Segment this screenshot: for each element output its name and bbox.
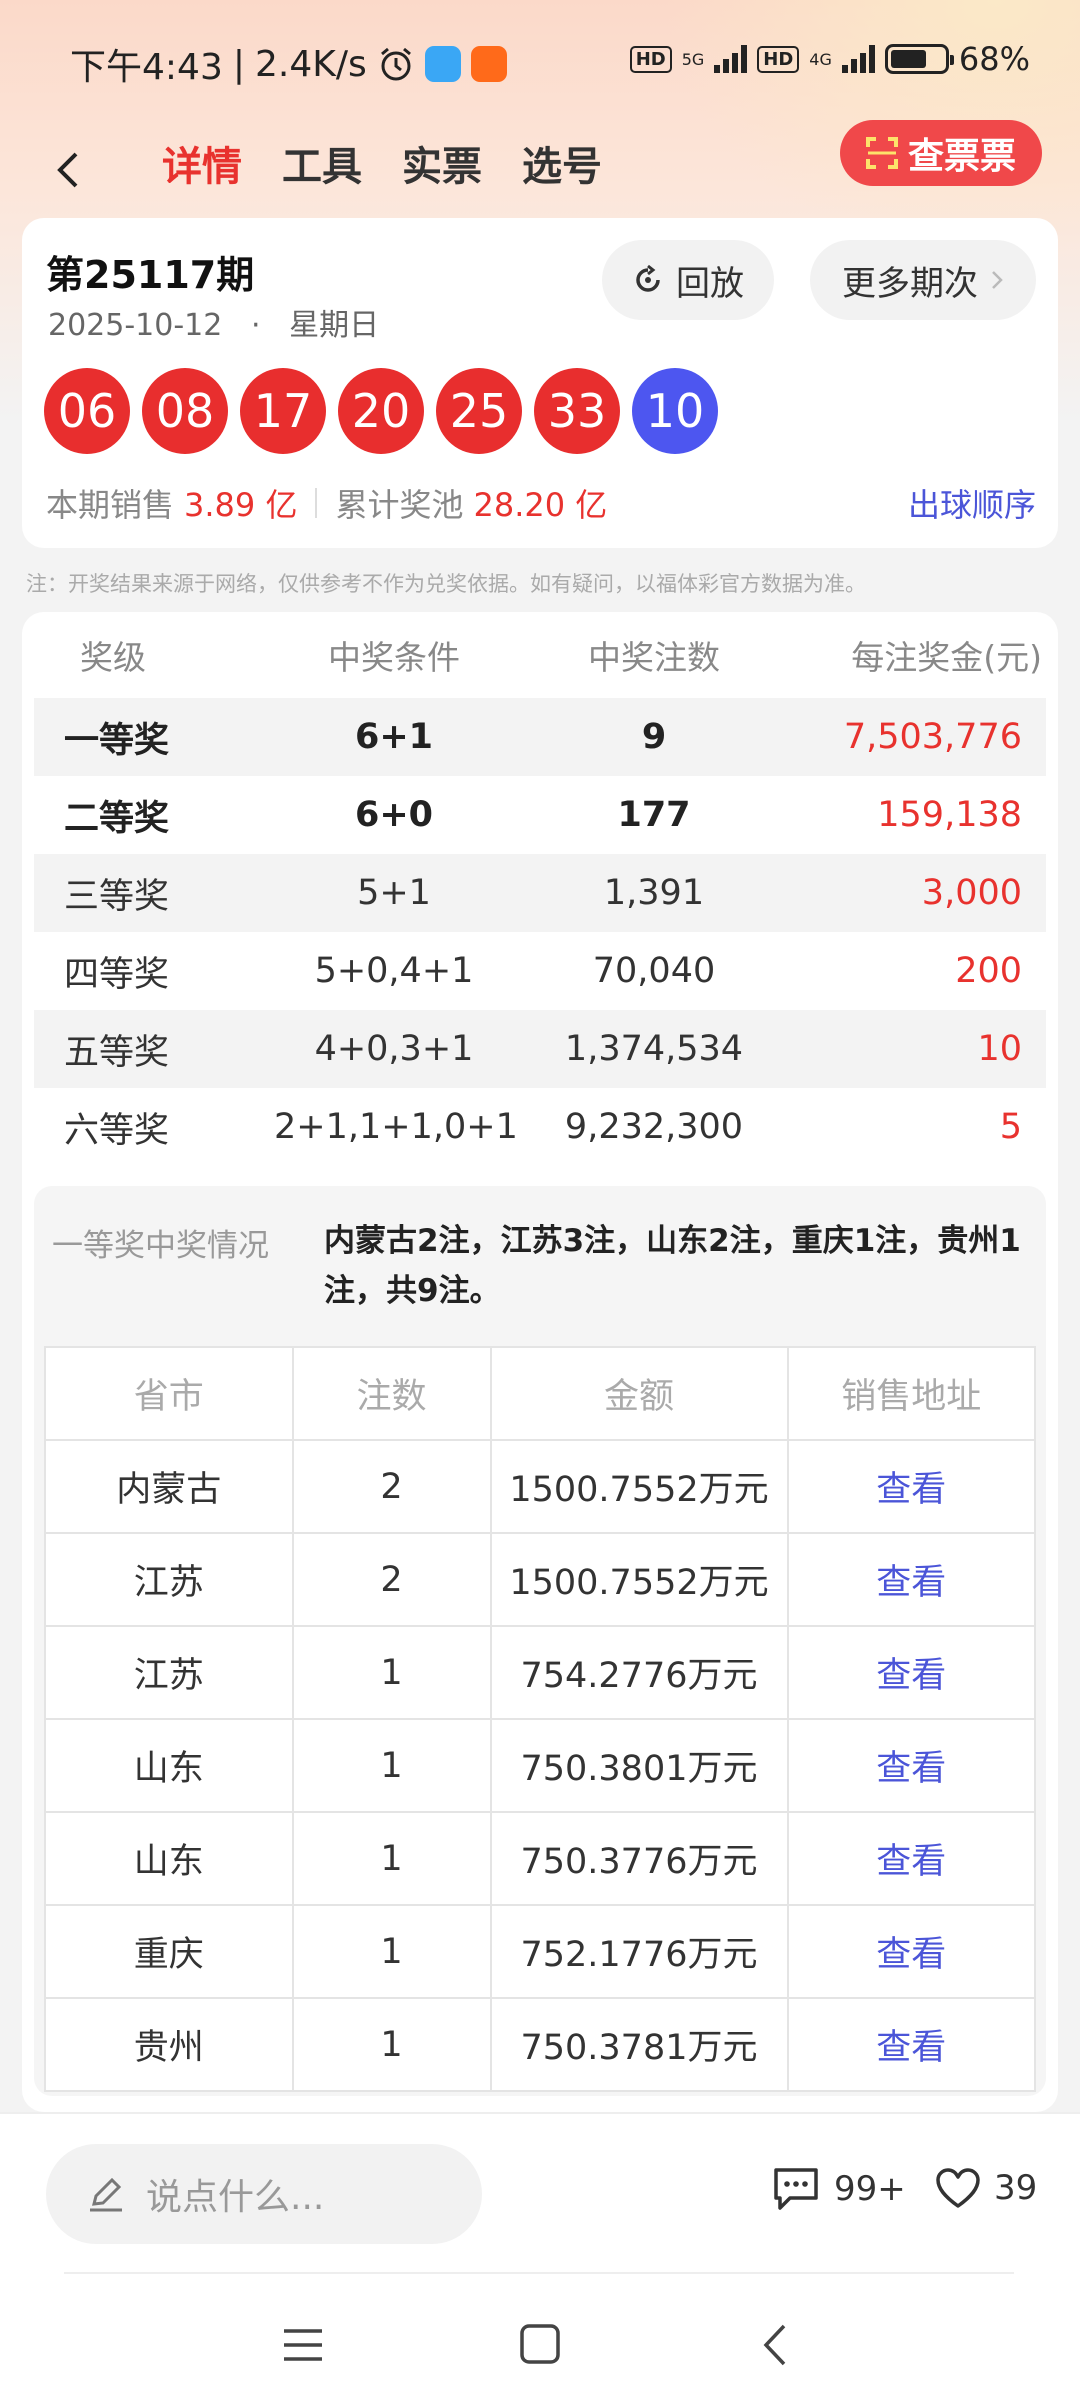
- first-prize-section: 一等奖中奖情况 内蒙古2注，江苏3注，山东2注，重庆1注，贵州1注，共9注。 省…: [34, 1186, 1046, 2096]
- chevron-right-icon: [992, 271, 1003, 289]
- table-row: 重庆 1 752.1776万元 查看: [44, 1904, 1036, 1999]
- more-issues-button[interactable]: 更多期次: [810, 240, 1036, 320]
- comment-placeholder: 说点什么...: [146, 2177, 325, 2218]
- winning-balls: 06 08 17 20 25 33 10: [44, 368, 718, 454]
- comment-count: 99+: [834, 2169, 906, 2209]
- mi-app-icon: [470, 46, 507, 82]
- status-speed: 2.4K/s: [254, 43, 367, 85]
- red-ball: 20: [338, 368, 424, 454]
- scan-icon: [865, 137, 898, 169]
- status-time: 下午4:43: [70, 47, 223, 88]
- tab-bar: 详情 工具 实票 选号: [162, 134, 602, 192]
- blue-ball: 10: [632, 368, 718, 454]
- comments-button[interactable]: 99+: [770, 2166, 906, 2212]
- table-row: 江苏 2 1500.7552万元 查看: [44, 1532, 1036, 1627]
- check-ticket-label: 查票票: [907, 136, 1016, 177]
- signal-icon: [714, 45, 748, 73]
- back-icon[interactable]: [760, 2322, 790, 2368]
- tab-real-ticket[interactable]: 实票: [402, 134, 482, 192]
- table-row: 山东 1 750.3801万元 查看: [44, 1718, 1036, 1813]
- heart-icon: [936, 2168, 980, 2208]
- signal-icon-2: [841, 45, 875, 73]
- ball-order-link[interactable]: 出球顺序: [908, 480, 1036, 526]
- bottom-bar: 说点什么... 99+ 39: [0, 2112, 1080, 2400]
- view-address-link[interactable]: 查看: [786, 1811, 1036, 1906]
- alarm-icon: [380, 47, 411, 81]
- table-row: 江苏 1 754.2776万元 查看: [44, 1625, 1036, 1720]
- check-ticket-button[interactable]: 查票票: [839, 120, 1042, 186]
- prize-card: 奖级 中奖条件 中奖注数 每注奖金(元) 一等奖 6+1 9 7,503,776…: [22, 612, 1058, 2112]
- red-ball: 06: [44, 368, 130, 454]
- prize-table: 奖级 中奖条件 中奖注数 每注奖金(元) 一等奖 6+1 9 7,503,776…: [34, 612, 1046, 1166]
- status-bar: 下午4:43 | 2.4K/s HD 5G HD 4G 68%: [70, 40, 1030, 88]
- draw-result-card: 第25117期 2025-10-12 · 星期日 回放 更多期次 06 08 1…: [22, 218, 1058, 548]
- app-notification-icon: [424, 46, 461, 82]
- table-row: 贵州 1 750.3781万元 查看: [44, 1997, 1036, 2092]
- prize-row: 六等奖 2+1,1+1,0+1 9,232,300 5: [64, 1107, 1022, 1151]
- tab-pick-numbers[interactable]: 选号: [522, 134, 602, 192]
- view-address-link[interactable]: 查看: [786, 1904, 1036, 1999]
- replay-icon: [636, 264, 660, 292]
- network-4g: 4G: [809, 49, 832, 69]
- battery-level: 68%: [958, 40, 1030, 78]
- like-button[interactable]: 39: [934, 2166, 1037, 2210]
- hd-badge-2: HD: [757, 45, 800, 73]
- comment-icon: [774, 2168, 818, 2210]
- red-ball: 17: [240, 368, 326, 454]
- tab-tools[interactable]: 工具: [282, 134, 362, 192]
- hd-badge: HD: [629, 45, 672, 73]
- sales-info: 本期销售 3.89 亿 累计奖池 28.20 亿: [46, 480, 607, 526]
- red-ball: 25: [436, 368, 522, 454]
- prize-row: 二等奖 6+0 177 159,138: [64, 795, 1022, 839]
- first-prize-summary: 内蒙古2注，江苏3注，山东2注，重庆1注，贵州1注，共9注。: [324, 1223, 1021, 1309]
- home-icon[interactable]: [518, 2322, 562, 2366]
- divider: [64, 2272, 1014, 2274]
- issue-number: 第25117期: [46, 253, 255, 297]
- prize-row: 一等奖 6+1 9 7,503,776: [34, 698, 1046, 776]
- red-ball: 08: [142, 368, 228, 454]
- pool-value: 28.20 亿: [473, 486, 608, 524]
- prize-row: 五等奖 4+0,3+1 1,374,534 10: [34, 1010, 1046, 1088]
- table-row: 山东 1 750.3776万元 查看: [44, 1811, 1036, 1906]
- view-address-link[interactable]: 查看: [786, 1532, 1036, 1627]
- table-row: 内蒙古 2 1500.7552万元 查看: [44, 1439, 1036, 1534]
- prize-row: 三等奖 5+1 1,391 3,000: [34, 854, 1046, 932]
- prize-table-header: 奖级 中奖条件 中奖注数 每注奖金(元): [80, 638, 1042, 677]
- view-address-link[interactable]: 查看: [786, 1997, 1036, 2092]
- top-nav: 详情 工具 实票 选号 查票票: [0, 120, 1080, 220]
- view-address-link[interactable]: 查看: [786, 1718, 1036, 1813]
- draw-date: 2025-10-12 · 星期日: [48, 308, 380, 343]
- winners-table-header: 省市 注数 金额 销售地址: [44, 1346, 1036, 1441]
- comment-input[interactable]: 说点什么...: [46, 2144, 482, 2244]
- prize-row: 四等奖 5+0,4+1 70,040 200: [64, 951, 1022, 995]
- network-5g: 5G: [681, 49, 705, 69]
- disclaimer-note: 注：开奖结果来源于网络，仅供参考不作为兑奖依据。如有疑问，以福体彩官方数据为准。: [26, 572, 866, 596]
- view-address-link[interactable]: 查看: [786, 1625, 1036, 1720]
- red-ball: 33: [534, 368, 620, 454]
- tab-details[interactable]: 详情: [162, 134, 242, 192]
- winners-table: 省市 注数 金额 销售地址 内蒙古 2 1500.7552万元 查看 江苏 2 …: [44, 1346, 1036, 2092]
- like-count: 39: [994, 2168, 1038, 2208]
- divider: [315, 488, 318, 518]
- battery-icon: [884, 44, 954, 74]
- pencil-icon: [90, 2177, 122, 2212]
- replay-button[interactable]: 回放: [602, 240, 774, 320]
- menu-icon[interactable]: [280, 2322, 326, 2368]
- sales-value: 3.89 亿: [184, 486, 298, 524]
- first-prize-label: 一等奖中奖情况: [52, 1228, 269, 1264]
- view-address-link[interactable]: 查看: [786, 1439, 1036, 1534]
- back-arrow-icon[interactable]: [52, 150, 86, 190]
- system-nav-bar: [0, 2304, 1080, 2394]
